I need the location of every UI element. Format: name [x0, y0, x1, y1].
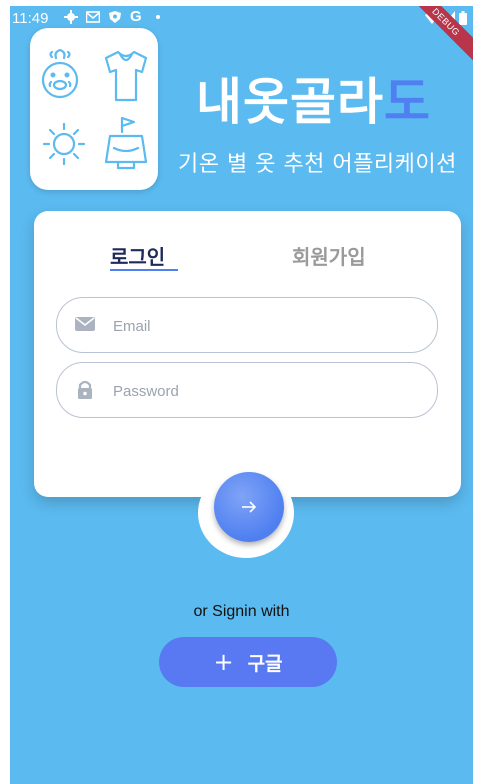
app-title-accent: 도 [384, 73, 431, 131]
clothes-weather-illustration [41, 48, 148, 170]
app-subtitle: 기온 별 옷 추천 어플리케이션 [178, 152, 457, 177]
app-screen: 11:49 G DEBUG 내옷골라도 기온 별 옷 추천 어플리케이션 로그인… [10, 6, 473, 784]
more-notifications-dot [155, 15, 160, 19]
google-signin-button[interactable]: + 구글 [159, 637, 337, 687]
lock-icon [78, 380, 92, 399]
tab-signup[interactable]: 회원가입 [292, 241, 366, 270]
shield-icon [109, 11, 121, 23]
notification-icons: G [64, 8, 160, 25]
settings-icon [64, 10, 78, 24]
or-signin-text: or Signin with [193, 603, 290, 620]
app-logo [30, 28, 158, 190]
battery-icon [459, 11, 467, 25]
skirt-icon [104, 116, 148, 170]
email-field[interactable] [56, 297, 438, 354]
submit-button[interactable] [214, 472, 284, 542]
arrow-right-icon [242, 501, 257, 513]
password-field[interactable] [56, 362, 438, 419]
status-time: 11:49 [12, 10, 49, 27]
envelope-icon [75, 317, 95, 331]
tab-login-underline [110, 269, 178, 271]
email-input[interactable] [111, 298, 415, 354]
password-input[interactable] [111, 363, 415, 419]
google-signin-label: 구글 [247, 652, 283, 675]
app-title-main: 내옷골라 [196, 73, 384, 131]
plus-icon: + [213, 648, 234, 676]
baby-face-icon [41, 48, 79, 99]
app-title: 내옷골라도 [196, 62, 431, 134]
sun-icon [42, 122, 86, 166]
gmail-icon [86, 11, 100, 23]
tab-login[interactable]: 로그인 [110, 241, 165, 270]
shirt-icon [104, 50, 148, 102]
google-status-icon: G [130, 8, 142, 25]
auth-card: 로그인 회원가입 [34, 211, 461, 497]
